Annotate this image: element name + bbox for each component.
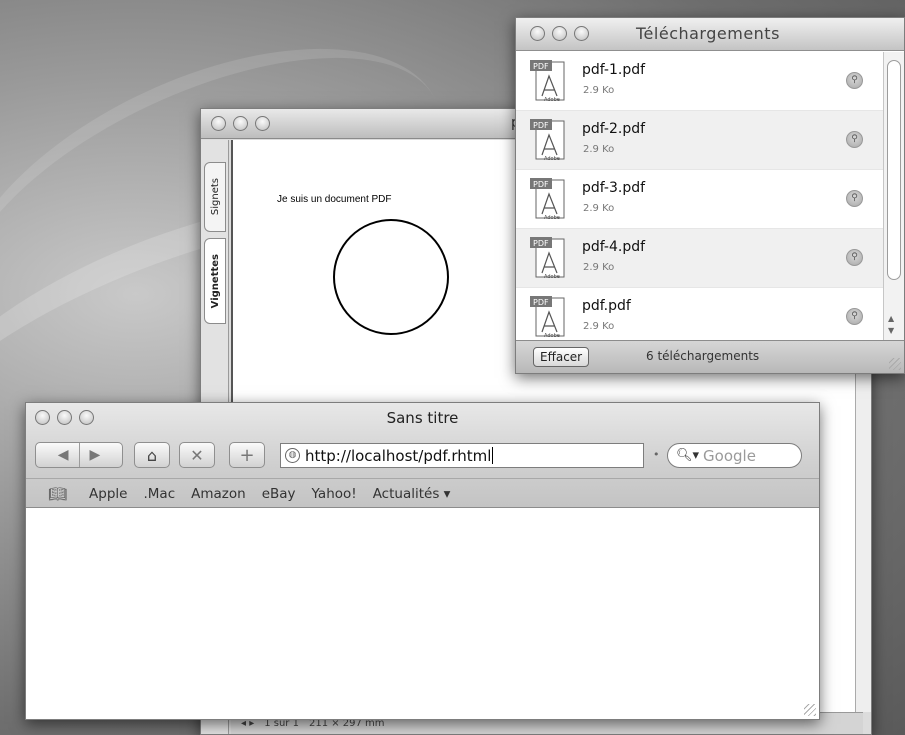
download-item[interactable]: PDF Adobe pdf.pdf 2.9 Ko ⚲	[516, 288, 884, 342]
search-icon: 🔍︎▾	[676, 448, 700, 463]
bookmark-amazon[interactable]: Amazon	[191, 486, 246, 502]
scroll-down-arrow-icon[interactable]: ▼	[888, 326, 894, 335]
bookmark-actualites-menu[interactable]: Actualités ▾	[373, 486, 451, 502]
svg-text:Adobe: Adobe	[544, 333, 560, 339]
search-placeholder: Google	[703, 446, 756, 465]
home-button[interactable]: ⌂	[134, 442, 170, 468]
scroll-up-arrow-icon[interactable]: ▲	[888, 314, 894, 323]
pdf-file-icon: PDF Adobe	[530, 178, 565, 221]
download-filesize: 2.9 Ko	[583, 203, 615, 214]
downloads-title: Téléchargements	[636, 24, 780, 43]
bookmark-yahoo[interactable]: Yahoo!	[312, 486, 357, 502]
svg-text:PDF: PDF	[533, 121, 549, 130]
downloads-footer: Effacer 6 téléchargements	[516, 340, 904, 373]
svg-text:PDF: PDF	[533, 239, 549, 248]
reveal-magnifier-icon[interactable]: ⚲	[846, 72, 863, 89]
download-item[interactable]: PDF Adobe pdf-4.pdf 2.9 Ko ⚲	[516, 229, 884, 288]
downloads-scrollbar[interactable]: ▲ ▼	[883, 52, 904, 342]
svg-text:Adobe: Adobe	[544, 215, 560, 221]
svg-text:PDF: PDF	[533, 180, 549, 189]
downloads-count: 6 téléchargements	[646, 349, 760, 363]
reveal-magnifier-icon[interactable]: ⚲	[846, 308, 863, 325]
bookmarks-book-icon[interactable]: 📖︎	[48, 485, 67, 503]
download-item[interactable]: PDF Adobe pdf-1.pdf 2.9 Ko ⚲	[516, 52, 884, 111]
address-bar[interactable]: ◍ http://localhost/pdf.rhtml	[280, 443, 644, 468]
download-filesize: 2.9 Ko	[583, 321, 615, 332]
download-item[interactable]: PDF Adobe pdf-3.pdf 2.9 Ko ⚲	[516, 170, 884, 229]
download-filename: pdf.pdf	[582, 298, 631, 314]
resize-grip-icon[interactable]	[889, 358, 901, 370]
web-content-area[interactable]	[26, 509, 819, 719]
scrollbar-thumb[interactable]	[887, 60, 901, 280]
downloads-window: Téléchargements PDF Adobe pdf-1.pdf 2.9 …	[515, 17, 905, 374]
pdf-circle-shape	[333, 219, 449, 335]
tab-signets[interactable]: Signets	[204, 162, 226, 232]
tab-vignettes-label: Vignettes	[209, 253, 221, 309]
bookmark-ebay[interactable]: eBay	[262, 486, 296, 502]
home-icon: ⌂	[146, 445, 158, 465]
back-forward-buttons[interactable]: ◀ ▶	[35, 442, 123, 468]
window-controls	[211, 116, 270, 131]
download-filename: pdf-4.pdf	[582, 239, 646, 255]
zoom-window-button[interactable]	[255, 116, 270, 131]
safari-window-title: Sans titre	[386, 409, 459, 427]
safari-toolbar: Sans titre ◀ ▶ ⌂ ✕ + ◍ http://localhost/…	[26, 403, 819, 508]
reveal-magnifier-icon[interactable]: ⚲	[846, 131, 863, 148]
svg-text:PDF: PDF	[533, 62, 549, 71]
minimize-window-button[interactable]	[552, 26, 567, 41]
google-search-field[interactable]: 🔍︎▾ Google	[667, 443, 802, 468]
svg-text:PDF: PDF	[533, 298, 549, 307]
plus-icon: +	[239, 444, 255, 466]
download-filesize: 2.9 Ko	[583, 144, 615, 155]
download-filesize: 2.9 Ko	[583, 262, 615, 273]
globe-icon: ◍	[285, 448, 300, 463]
download-item[interactable]: PDF Adobe pdf-2.pdf 2.9 Ko ⚲	[516, 111, 884, 170]
back-arrow-icon[interactable]: ◀	[58, 447, 69, 463]
downloads-list: PDF Adobe pdf-1.pdf 2.9 Ko ⚲ PDF Adobe p…	[516, 52, 884, 342]
minimize-window-button[interactable]	[233, 116, 248, 131]
reveal-magnifier-icon[interactable]: ⚲	[846, 249, 863, 266]
svg-text:Adobe: Adobe	[544, 97, 560, 103]
forward-arrow-icon[interactable]: ▶	[90, 447, 101, 463]
clear-downloads-button[interactable]: Effacer	[533, 347, 590, 367]
bookmark-mac[interactable]: .Mac	[143, 486, 175, 502]
downloads-titlebar: Téléchargements	[516, 18, 904, 51]
snapback-dot-icon: •	[653, 448, 660, 461]
text-caret	[492, 447, 494, 464]
stop-button[interactable]: ✕	[179, 442, 215, 468]
pdf-file-icon: PDF Adobe	[530, 237, 565, 280]
close-window-button[interactable]	[530, 26, 545, 41]
svg-text:Adobe: Adobe	[544, 156, 560, 162]
add-bookmark-button[interactable]: +	[229, 442, 265, 468]
svg-text:Adobe: Adobe	[544, 274, 560, 280]
address-url: http://localhost/pdf.rhtml	[305, 446, 492, 465]
divider	[78, 443, 80, 467]
pdf-file-icon: PDF Adobe	[530, 296, 565, 339]
download-filesize: 2.9 Ko	[583, 85, 615, 96]
download-filename: pdf-3.pdf	[582, 180, 646, 196]
close-window-button[interactable]	[211, 116, 226, 131]
bookmark-apple[interactable]: Apple	[89, 486, 127, 502]
reveal-magnifier-icon[interactable]: ⚲	[846, 190, 863, 207]
resize-grip-icon[interactable]	[804, 704, 816, 716]
bookmarks-bar: 📖︎ Apple .Mac Amazon eBay Yahoo! Actuali…	[26, 478, 819, 508]
download-filename: pdf-2.pdf	[582, 121, 646, 137]
safari-window: Sans titre ◀ ▶ ⌂ ✕ + ◍ http://localhost/…	[25, 402, 820, 720]
tab-vignettes[interactable]: Vignettes	[204, 238, 226, 324]
tab-signets-label: Signets	[209, 178, 221, 216]
download-filename: pdf-1.pdf	[582, 62, 646, 78]
pdf-document-text: Je suis un document PDF	[277, 194, 392, 205]
pdf-file-icon: PDF Adobe	[530, 60, 565, 103]
window-controls	[530, 26, 589, 41]
pdf-file-icon: PDF Adobe	[530, 119, 565, 162]
stop-x-icon: ✕	[190, 445, 204, 465]
zoom-window-button[interactable]	[574, 26, 589, 41]
